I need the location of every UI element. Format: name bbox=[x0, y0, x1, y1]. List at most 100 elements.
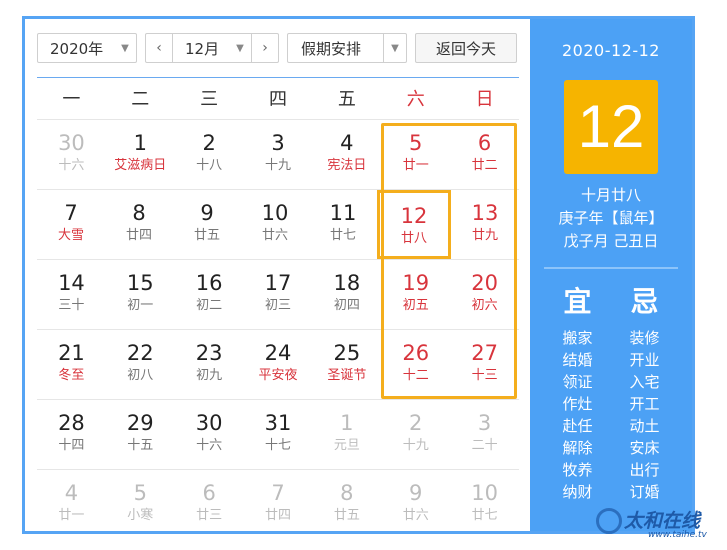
calendar-day[interactable]: 26 十二 bbox=[381, 330, 450, 399]
yi-item: 纳财 bbox=[562, 483, 593, 501]
calendar-day[interactable]: 17 初三 bbox=[244, 260, 313, 329]
calendar-day[interactable]: 24 平安夜 bbox=[244, 330, 313, 399]
calendar-day[interactable]: 22 初八 bbox=[106, 330, 175, 399]
calendar-day-selected[interactable]: 12 廿八 bbox=[377, 190, 451, 259]
calendar-day[interactable]: 8 廿五 bbox=[312, 470, 381, 539]
lunar-label: 平安夜 bbox=[258, 368, 298, 383]
day-number: 21 bbox=[58, 341, 85, 365]
calendar-day[interactable]: 8 廿四 bbox=[105, 190, 173, 259]
yi-item: 结婚 bbox=[562, 351, 593, 369]
calendar-day[interactable]: 9 廿六 bbox=[381, 470, 450, 539]
weekday-label: 三 bbox=[200, 89, 219, 110]
calendar-week-row: 28 十四 29 十五 30 十六 31 十七 1 元旦 2 十九 3 二十 bbox=[37, 399, 519, 469]
year-value: 2020年 bbox=[50, 39, 104, 58]
prev-month-button[interactable]: ‹ bbox=[146, 34, 173, 62]
calendar-day[interactable]: 4 廿一 bbox=[37, 470, 106, 539]
calendar-day[interactable]: 10 廿六 bbox=[241, 190, 309, 259]
day-number: 11 bbox=[329, 201, 357, 225]
next-month-button[interactable]: › bbox=[251, 34, 278, 62]
calendar-day[interactable]: 7 廿四 bbox=[244, 470, 313, 539]
ji-item: 开业 bbox=[629, 351, 660, 369]
calendar-day[interactable]: 1 艾滋病日 bbox=[106, 120, 175, 189]
calendar-day[interactable]: 30 十六 bbox=[37, 120, 106, 189]
calendar-day[interactable]: 16 初二 bbox=[175, 260, 244, 329]
lunar-label: 初四 bbox=[333, 298, 360, 313]
lunar-label: 廿三 bbox=[196, 508, 223, 523]
lunar-label: 初一 bbox=[127, 298, 154, 313]
lunar-label: 廿一 bbox=[58, 508, 85, 523]
calendar-day[interactable]: 4 宪法日 bbox=[312, 120, 381, 189]
calendar-day[interactable]: 14 三十 bbox=[37, 260, 106, 329]
holiday-select[interactable]: 假期安排 ▼ bbox=[287, 33, 407, 63]
calendar-day[interactable]: 6 廿三 bbox=[175, 470, 244, 539]
divider bbox=[37, 77, 519, 78]
lunar-label: 宪法日 bbox=[327, 158, 367, 173]
calendar-day[interactable]: 5 小寒 bbox=[106, 470, 175, 539]
calendar-day[interactable]: 10 廿七 bbox=[450, 470, 519, 539]
lunar-label: 冬至 bbox=[58, 368, 85, 383]
ji-item: 装修 bbox=[629, 329, 660, 347]
calendar-day[interactable]: 29 十五 bbox=[106, 400, 175, 469]
calendar-day[interactable]: 6 廿二 bbox=[450, 120, 519, 189]
calendar-day[interactable]: 18 初四 bbox=[312, 260, 381, 329]
yi-column: 宜 搬家 结婚 领证 作灶 赴任 解除 牧养 纳财 bbox=[544, 285, 611, 503]
ji-column: 忌 装修 开业 入宅 开工 动土 安床 出行 订婚 bbox=[611, 285, 678, 503]
chevron-down-icon: ▼ bbox=[391, 42, 399, 54]
lunar-date: 十月廿八 bbox=[580, 186, 641, 204]
lunar-label: 十六 bbox=[58, 158, 85, 173]
calendar-day[interactable]: 20 初六 bbox=[450, 260, 519, 329]
day-number: 31 bbox=[264, 411, 292, 435]
lunar-label: 小寒 bbox=[127, 508, 154, 523]
calendar-day[interactable]: 2 十八 bbox=[175, 120, 244, 189]
day-number: 3 bbox=[271, 131, 285, 155]
lunar-label: 十七 bbox=[265, 438, 292, 453]
calendar-day[interactable]: 2 十九 bbox=[381, 400, 450, 469]
calendar-day[interactable]: 31 十七 bbox=[244, 400, 313, 469]
lunar-label: 初八 bbox=[127, 368, 154, 383]
day-number: 6 bbox=[477, 131, 492, 155]
day-number: 22 bbox=[126, 341, 154, 365]
calendar-day[interactable]: 27 十三 bbox=[450, 330, 519, 399]
calendar-day[interactable]: 5 廿一 bbox=[381, 120, 450, 189]
month-select[interactable]: 12月 ▼ bbox=[173, 38, 251, 59]
watermark-text: 太和在线 bbox=[624, 510, 701, 532]
calendar-day[interactable]: 3 十九 bbox=[244, 120, 313, 189]
lunar-label: 初六 bbox=[471, 298, 498, 313]
divider bbox=[544, 267, 678, 269]
day-number: 26 bbox=[402, 341, 430, 365]
year-select[interactable]: 2020年 ▼ bbox=[37, 33, 137, 63]
lunar-label: 十八 bbox=[196, 158, 223, 173]
calendar-day[interactable]: 11 廿七 bbox=[309, 190, 377, 259]
day-number: 28 bbox=[58, 411, 85, 435]
calendar-day[interactable]: 7 大雪 bbox=[37, 190, 105, 259]
day-number: 20 bbox=[471, 271, 498, 295]
weekday-label: 日 bbox=[475, 89, 494, 110]
day-number: 15 bbox=[126, 271, 154, 295]
yi-title: 宜 bbox=[563, 285, 592, 318]
back-to-today-button[interactable]: 返回今天 bbox=[415, 33, 517, 63]
calendar-day[interactable]: 19 初五 bbox=[381, 260, 450, 329]
calendar-day[interactable]: 1 元旦 bbox=[312, 400, 381, 469]
watermark-logo: 太和在线 www.taihe.tv bbox=[596, 506, 716, 542]
lunar-label: 初三 bbox=[265, 298, 292, 313]
yi-item: 解除 bbox=[562, 439, 593, 457]
calendar-day[interactable]: 25 圣诞节 bbox=[312, 330, 381, 399]
day-number: 27 bbox=[471, 341, 498, 365]
calendar-day[interactable]: 15 初一 bbox=[106, 260, 175, 329]
calendar-day[interactable]: 30 十六 bbox=[175, 400, 244, 469]
day-number: 4 bbox=[64, 481, 79, 505]
day-number: 9 bbox=[200, 201, 214, 225]
holiday-label: 假期安排 bbox=[301, 39, 362, 58]
calendar-day[interactable]: 28 十四 bbox=[37, 400, 106, 469]
day-number: 5 bbox=[409, 131, 423, 155]
lunar-label: 廿五 bbox=[333, 508, 360, 523]
calendar-day[interactable]: 3 二十 bbox=[450, 400, 519, 469]
calendar-day[interactable]: 9 廿五 bbox=[173, 190, 241, 259]
weekday-label: 四 bbox=[269, 89, 287, 110]
calendar-day[interactable]: 21 冬至 bbox=[37, 330, 106, 399]
calendar-day[interactable]: 13 廿九 bbox=[451, 190, 519, 259]
lunar-info: 十月廿八 庚子年【鼠年】 戊子月 己丑日 bbox=[530, 184, 692, 253]
lunar-label: 二十 bbox=[471, 438, 498, 453]
calendar-day[interactable]: 23 初九 bbox=[175, 330, 244, 399]
yi-item: 搬家 bbox=[562, 329, 593, 347]
